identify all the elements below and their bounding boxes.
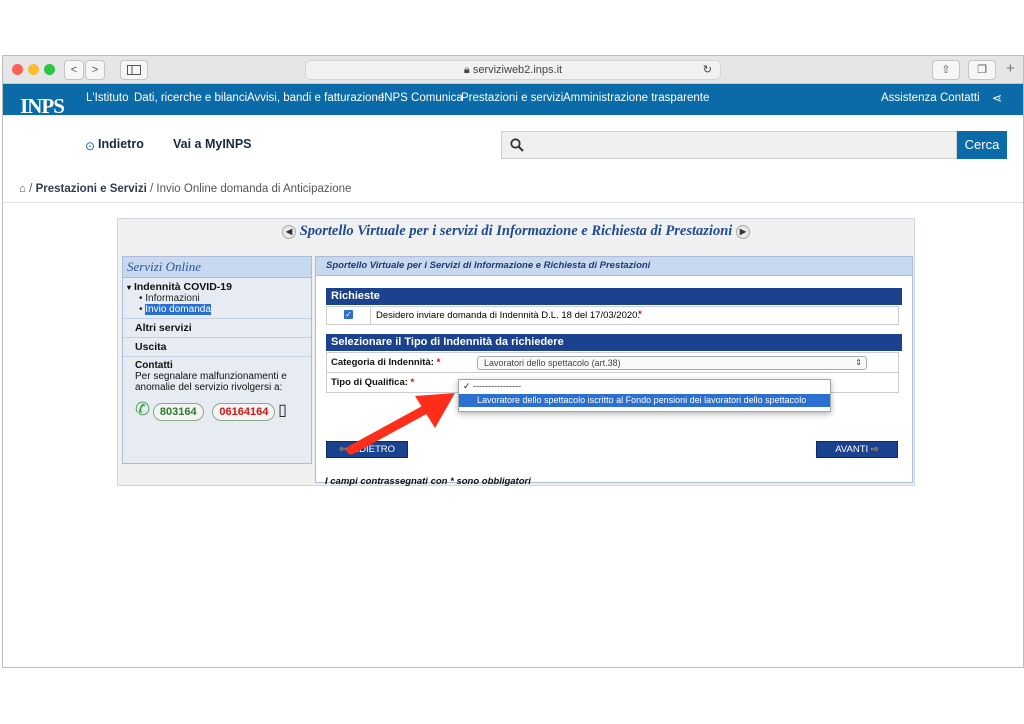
sidebar-icon	[127, 65, 141, 75]
breadcrumb-separator: /	[149, 183, 154, 195]
nav-comunica[interactable]: INPS Comunica	[381, 92, 463, 104]
back-circle-icon: ⊙	[85, 139, 96, 153]
new-tab-icon[interactable]: +	[1006, 60, 1015, 77]
breadcrumb-separator: /	[29, 183, 33, 195]
panel-header: Sportello Virtuale per i Servizi di Info…	[316, 257, 912, 276]
breadcrumb: ⌂ / Prestazioni e Servizi / Invio Online…	[19, 183, 351, 195]
select-arrows-icon: ⇕	[855, 358, 862, 367]
sidebar-toggle-button[interactable]	[120, 60, 148, 80]
avanti-button-label: AVANTI	[835, 444, 869, 455]
search-button[interactable]: Cerca	[957, 131, 1007, 159]
qualifica-label-text: Tipo di Qualifica:	[331, 377, 408, 388]
phone-icon: ✆	[135, 399, 151, 419]
sidebar-section-label: Indennità COVID-19	[133, 281, 232, 293]
home-icon[interactable]: ⌂	[19, 183, 26, 195]
tabs-icon: ❐	[977, 64, 987, 76]
app-title-text: Sportello Virtuale per i servizi di Info…	[299, 223, 733, 239]
reload-icon[interactable]: ↻	[703, 61, 712, 79]
sidebar-item-label: Informazioni	[145, 293, 200, 304]
address-bar[interactable]: 🔒︎ serviziweb2.inps.it ↻	[305, 60, 721, 80]
browser-titlebar: < > 🔒︎ serviziweb2.inps.it ↻ ⇧ ❐ +	[3, 56, 1023, 84]
nav-amministrazione[interactable]: Amministrazione trasparente	[563, 92, 709, 104]
richiesta-text: Desidero inviare domanda di Indennità D.…	[376, 310, 641, 321]
inps-nav-bar: L'Istituto Dati, ricerche e bilanci Avvi…	[3, 84, 1023, 115]
tabs-button[interactable]: ❐	[968, 60, 996, 80]
categoria-label: Categoria di Indennità: *	[331, 357, 440, 368]
sidebar-item-invio-domanda[interactable]: • Invio domanda	[127, 304, 299, 315]
share-button[interactable]: ⇧	[932, 60, 960, 80]
phone-numbers: ✆ 803164 06164164 ▯	[135, 399, 299, 421]
share-social-icon[interactable]: ⋖	[992, 91, 1002, 105]
required-marker: *	[410, 377, 415, 388]
richiesta-checkbox[interactable]: ✓	[344, 310, 353, 319]
minimize-icon[interactable]	[28, 64, 39, 75]
contacts-text: Per segnalare malfunzionamenti e anomali…	[135, 371, 287, 393]
mobile-phone-icon: ▯	[278, 402, 287, 419]
url-text: serviziweb2.inps.it	[472, 64, 563, 76]
qualifica-label: Tipo di Qualifica: *	[331, 377, 414, 388]
required-fields-note: I campi contrassegnati con * sono obblig…	[325, 476, 531, 487]
search-input[interactable]	[501, 131, 957, 159]
nav-dati[interactable]: Dati, ricerche e bilanci	[134, 92, 247, 104]
red-arrow-annotation	[346, 393, 455, 455]
nav-avvisi[interactable]: Avvisi, bandi e fatturazione	[247, 92, 384, 104]
divider	[3, 202, 1023, 203]
app-frame: ◀ Sportello Virtuale per i servizi di In…	[117, 218, 915, 486]
indietro-link[interactable]: Indietro	[98, 137, 144, 151]
nav-assistenza[interactable]: Assistenza	[881, 92, 937, 104]
nav-prestazioni[interactable]: Prestazioni e servizi	[461, 92, 563, 104]
sidebar-item-uscita[interactable]: Uscita	[123, 338, 311, 357]
phone-number-mobile: 06164164	[212, 403, 276, 421]
categoria-label-text: Categoria di Indennità:	[331, 357, 434, 368]
sidebar-item-informazioni[interactable]: • Informazioni	[127, 293, 299, 304]
dropdown-option-label: ----------------	[473, 381, 521, 391]
richiesta-row: ✓ Desidero inviare domanda di Indennità …	[326, 306, 899, 325]
right-arrow-icon: ⇨	[870, 444, 879, 455]
lock-icon: 🔒︎	[463, 64, 470, 76]
required-marker: *	[436, 357, 441, 368]
sidebar-section-covid[interactable]: ▾ Indennità COVID-19 • Informazioni • In…	[123, 278, 311, 319]
breadcrumb-prestazioni[interactable]: Prestazioni e Servizi	[36, 183, 147, 195]
richieste-header: Richieste	[326, 288, 902, 305]
myinps-link[interactable]: Vai a MyINPS	[173, 137, 252, 151]
back-button[interactable]: <	[64, 60, 84, 80]
contacts-title: Contatti	[135, 360, 173, 371]
browser-window: < > 🔒︎ serviziweb2.inps.it ↻ ⇧ ❐ + L'Ist…	[2, 55, 1024, 668]
required-marker: *	[638, 309, 642, 320]
categoria-row: Categoria di Indennità: * Lavoratori del…	[326, 352, 899, 373]
search-icon	[510, 138, 524, 152]
app-title: ◀ Sportello Virtuale per i servizi di In…	[118, 223, 914, 240]
nav-istituto[interactable]: L'Istituto	[86, 92, 128, 104]
forward-button[interactable]: >	[85, 60, 105, 80]
breadcrumb-current: Invio Online domanda di Anticipazione	[156, 183, 352, 195]
dropdown-option-placeholder[interactable]: ✓ ----------------	[459, 380, 830, 392]
sidebar-title: Servizi Online	[123, 257, 311, 278]
contacts-box: Contatti Per segnalare malfunzionamenti …	[123, 357, 311, 424]
categoria-select[interactable]: Lavoratori dello spettacolo (art.38) ⇕	[477, 356, 867, 370]
phone-number-free: 803164	[152, 403, 204, 421]
qualifica-dropdown[interactable]: ✓ ---------------- Lavoratore dello spet…	[458, 379, 831, 412]
avanti-button[interactable]: AVANTI ⇨	[816, 441, 898, 458]
sidebar-item-label: Invio domanda	[145, 304, 211, 315]
next-arrow-icon[interactable]: ▶	[735, 224, 750, 239]
tipo-indennita-header: Selezionare il Tipo di Indennità da rich…	[326, 334, 902, 351]
zoom-icon[interactable]	[44, 64, 55, 75]
close-icon[interactable]	[12, 64, 23, 75]
services-sidebar: Servizi Online ▾ Indennità COVID-19 • In…	[122, 256, 312, 464]
sidebar-item-altri-servizi[interactable]: Altri servizi	[123, 319, 311, 338]
categoria-selected-value: Lavoratori dello spettacolo (art.38)	[484, 358, 621, 368]
nav-contatti[interactable]: Contatti	[940, 92, 980, 104]
expand-icon: ▾	[127, 283, 132, 292]
dropdown-option-fondo-pensioni[interactable]: Lavoratore dello spettacolo iscritto al …	[459, 394, 830, 407]
prev-arrow-icon[interactable]: ◀	[282, 224, 297, 239]
share-icon: ⇧	[941, 64, 951, 76]
